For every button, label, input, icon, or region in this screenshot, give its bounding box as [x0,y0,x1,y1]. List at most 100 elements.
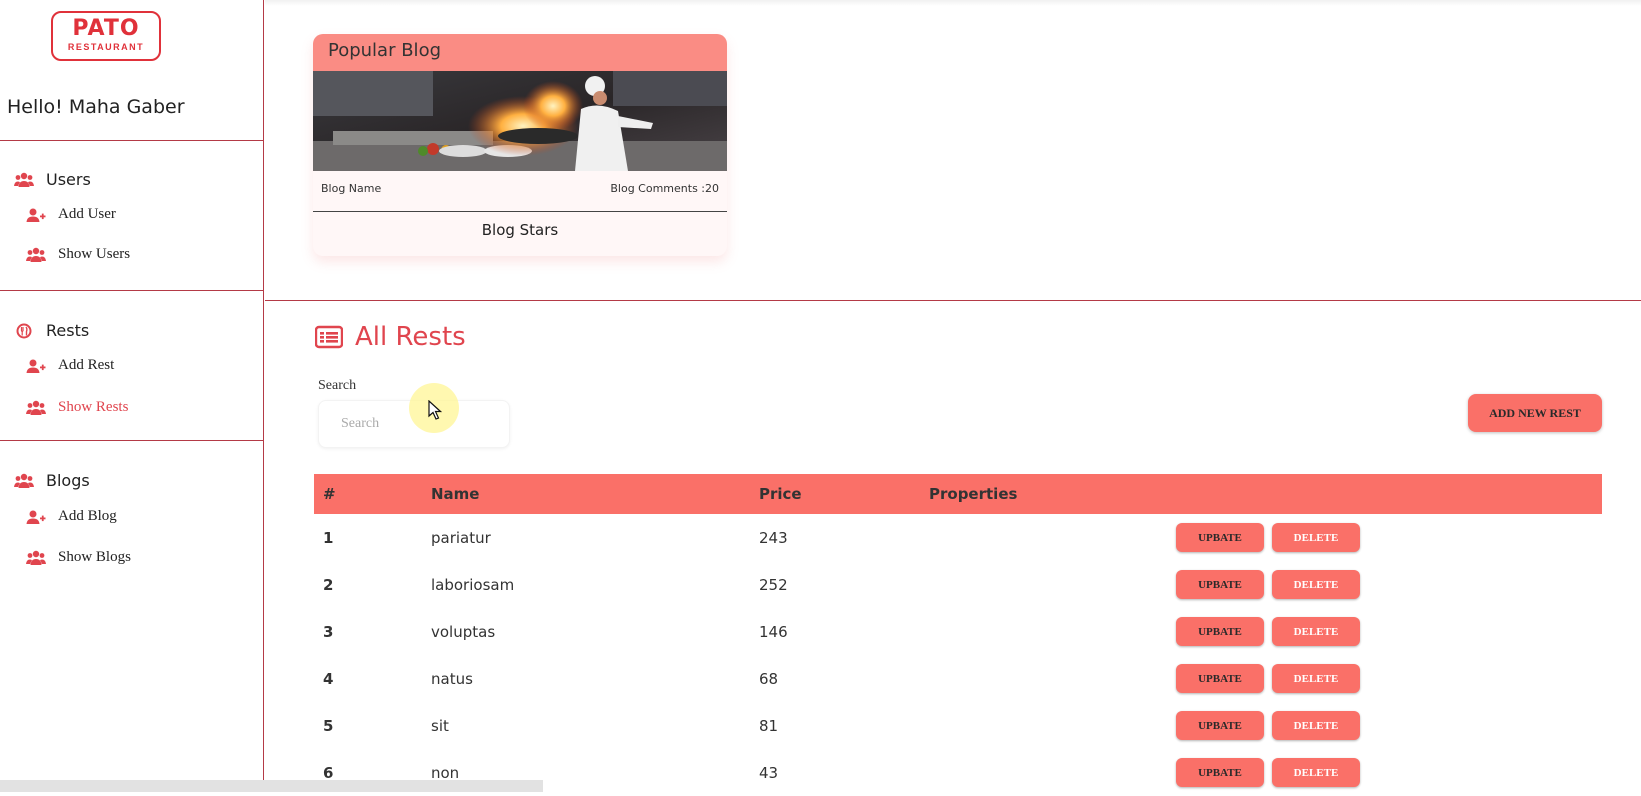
table-row: 3 voluptas 146 UPBATE DELETE [314,608,1602,655]
update-button[interactable]: UPBATE [1176,711,1264,740]
row-name: non [431,763,460,782]
main-divider [265,300,1641,301]
user-plus-icon [26,510,46,524]
column-header-actions [1167,474,1602,514]
sidebar-item-label: Add Blog [58,508,117,524]
blog-image [313,71,727,171]
row-properties [920,749,1167,796]
row-name: voluptas [431,622,496,641]
row-name: laboriosam [431,575,515,594]
sidebar-section-blogs[interactable]: Blogs [14,471,90,490]
blog-meta: Blog Name Blog Comments :20 [313,171,727,212]
sidebar-item-label: Add Rest [58,357,115,373]
list-alt-icon [315,325,343,349]
row-properties [920,655,1167,702]
row-price: 43 [759,763,779,782]
sidebar-section-rests[interactable]: Rests [14,321,89,340]
column-header-name[interactable]: Name [422,474,750,514]
sidebar-divider [0,140,264,141]
users-icon [26,400,46,415]
greeting: Hello! Maha Gaber [7,96,185,118]
sidebar-item-add-rest[interactable]: Add Rest [26,357,114,374]
row-index: 1 [323,528,334,547]
delete-button[interactable]: DELETE [1272,664,1360,693]
logo-main-text: PATO [72,16,140,41]
column-header-index[interactable]: # [314,474,422,514]
table-header-row: # Name Price Properties [314,474,1602,514]
sidebar-item-label: Show Users [58,246,131,262]
update-button[interactable]: UPBATE [1176,617,1264,646]
row-index: 5 [323,716,334,735]
blog-stars: Blog Stars [481,221,559,239]
sidebar-divider [0,290,264,291]
row-properties [920,514,1167,561]
table-row: 5 sit 81 UPBATE DELETE [314,702,1602,749]
row-index: 2 [323,575,334,594]
delete-button[interactable]: DELETE [1272,617,1360,646]
row-index: 4 [323,669,334,688]
row-actions: UPBATE DELETE [1167,608,1602,655]
sidebar: PATO RESTAURANT Hello! Maha Gaber Users … [0,0,264,792]
sidebar-item-add-blog[interactable]: Add Blog [26,508,117,525]
popular-blog-card[interactable]: Popular Blog Blog Name Blog Comments:20… [313,34,727,256]
sidebar-section-label: Blogs [46,471,90,490]
update-button[interactable]: UPBATE [1176,570,1264,599]
users-icon [26,550,46,565]
sidebar-section-label: Rests [46,321,90,340]
blog-card-header: Popular Blog [313,34,727,71]
top-shadow [265,0,1641,6]
search-input[interactable] [318,400,510,448]
sidebar-divider [0,440,264,441]
page-title-text: All Rests [355,322,466,352]
table-row: 2 laboriosam 252 UPBATE DELETE [314,561,1602,608]
user-plus-icon [26,208,46,222]
users-icon [14,172,34,187]
blog-name: Blog Name [321,182,382,195]
row-properties [920,561,1167,608]
row-price: 81 [759,716,779,735]
sidebar-item-label: Add User [58,206,116,222]
page-title: All Rests [315,322,466,352]
users-icon [26,247,46,262]
rests-table: # Name Price Properties 1 pariatur 243 U… [314,474,1602,796]
blog-comments: Blog Comments :20 [610,182,719,195]
sidebar-section-label: Users [46,170,91,189]
row-actions: UPBATE DELETE [1167,561,1602,608]
row-price: 252 [759,575,788,594]
table-row: 1 pariatur 243 UPBATE DELETE [314,514,1602,561]
column-header-price[interactable]: Price [750,474,920,514]
user-plus-icon [26,359,46,373]
column-header-properties[interactable]: Properties [920,474,1167,514]
row-price: 243 [759,528,788,547]
restaurant-icon [16,323,32,338]
update-button[interactable]: UPBATE [1176,664,1264,693]
delete-button[interactable]: DELETE [1272,711,1360,740]
table-row: 4 natus 68 UPBATE DELETE [314,655,1602,702]
table-row: 6 non 43 UPBATE DELETE [314,749,1602,796]
search-label: Search [318,378,357,393]
sidebar-item-show-rests[interactable]: Show Rests [26,399,128,416]
sidebar-item-label: Show Rests [58,399,129,415]
sidebar-item-show-users[interactable]: Show Users [26,246,130,263]
row-actions: UPBATE DELETE [1167,702,1602,749]
row-name: natus [431,669,473,688]
row-index: 3 [323,622,334,641]
row-name: pariatur [431,528,491,547]
row-properties [920,608,1167,655]
update-button[interactable]: UPBATE [1176,758,1264,787]
delete-button[interactable]: DELETE [1272,570,1360,599]
row-actions: UPBATE DELETE [1167,655,1602,702]
row-actions: UPBATE DELETE [1167,749,1602,796]
logo-sub-text: RESTAURANT [67,42,145,52]
row-index: 6 [323,763,334,782]
delete-button[interactable]: DELETE [1272,758,1360,787]
row-price: 68 [759,669,779,688]
delete-button[interactable]: DELETE [1272,523,1360,552]
sidebar-item-show-blogs[interactable]: Show Blogs [26,549,131,566]
update-button[interactable]: UPBATE [1176,523,1264,552]
row-properties [920,702,1167,749]
sidebar-section-users[interactable]: Users [14,170,91,189]
logo[interactable]: PATO RESTAURANT [51,11,161,61]
add-new-rest-button[interactable]: ADD NEW REST [1468,394,1602,432]
sidebar-item-add-user[interactable]: Add User [26,206,116,223]
